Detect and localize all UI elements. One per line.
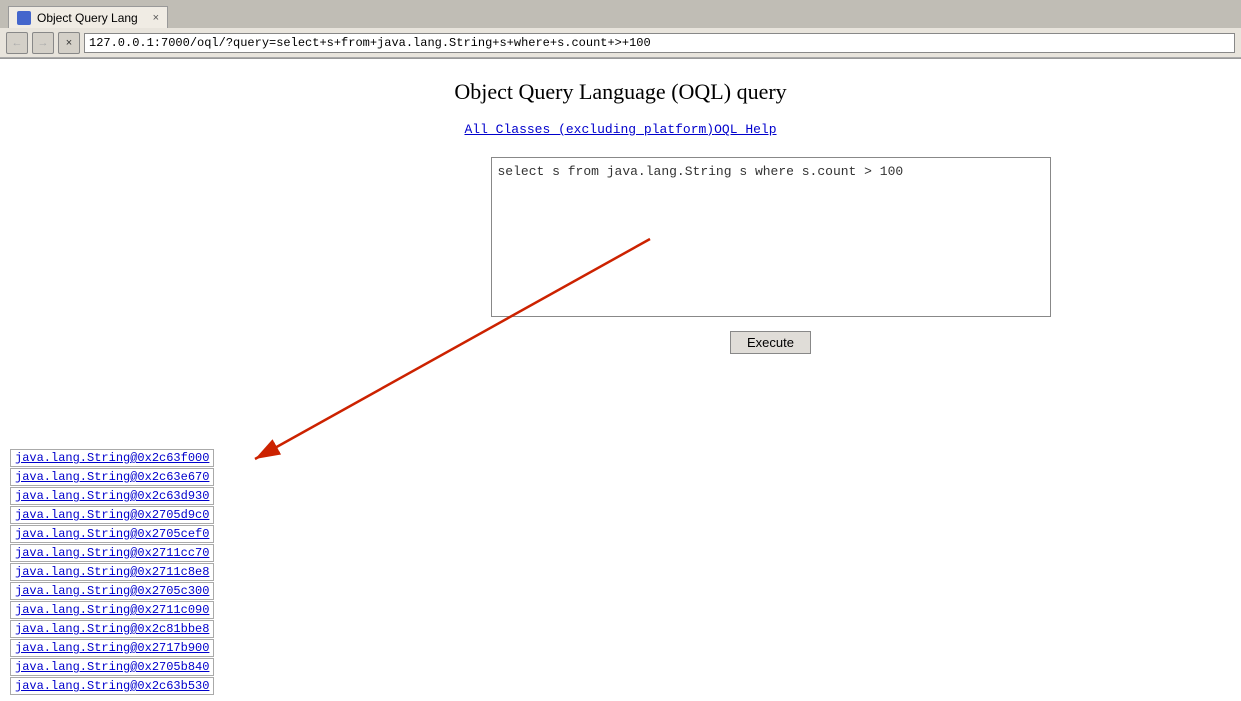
tab-bar: Object Query Lang × (0, 0, 1241, 28)
list-item: java.lang.String@0x2c63f000 (10, 449, 214, 467)
stop-button[interactable]: × (58, 32, 80, 54)
page-content: Object Query Language (OQL) query All Cl… (0, 59, 1241, 701)
back-button[interactable]: ← (6, 32, 28, 54)
tab-close-button[interactable]: × (153, 12, 159, 24)
forward-button[interactable]: → (32, 32, 54, 54)
page-title: Object Query Language (OQL) query (20, 79, 1221, 105)
browser-chrome: Object Query Lang × ← → × (0, 0, 1241, 59)
list-item: java.lang.String@0x2705c300 (10, 582, 214, 600)
query-textarea[interactable] (491, 157, 1051, 317)
list-item: java.lang.String@0x2c63e670 (10, 468, 214, 486)
execute-button[interactable]: Execute (730, 331, 811, 354)
list-item: java.lang.String@0x2711c090 (10, 601, 214, 619)
list-item: java.lang.String@0x2711c8e8 (10, 563, 214, 581)
results-list: java.lang.String@0x2c63f000java.lang.Str… (10, 449, 214, 695)
result-link[interactable]: java.lang.String@0x2705b840 (10, 658, 214, 676)
result-link[interactable]: java.lang.String@0x2717b900 (10, 639, 214, 657)
address-bar[interactable] (84, 33, 1235, 53)
result-link[interactable]: java.lang.String@0x2c81bbe8 (10, 620, 214, 638)
nav-bar: ← → × (0, 28, 1241, 58)
list-item: java.lang.String@0x2717b900 (10, 639, 214, 657)
links-row: All Classes (excluding platform)OQL Help (20, 121, 1221, 137)
result-link[interactable]: java.lang.String@0x2705cef0 (10, 525, 214, 543)
list-item: java.lang.String@0x2c81bbe8 (10, 620, 214, 638)
list-item: java.lang.String@0x2c63d930 (10, 487, 214, 505)
result-link[interactable]: java.lang.String@0x2705d9c0 (10, 506, 214, 524)
result-link[interactable]: java.lang.String@0x2c63b530 (10, 677, 214, 695)
list-item: java.lang.String@0x2c63b530 (10, 677, 214, 695)
result-link[interactable]: java.lang.String@0x2c63f000 (10, 449, 214, 467)
browser-tab[interactable]: Object Query Lang × (8, 6, 168, 28)
query-section: Execute (320, 157, 1221, 354)
result-link[interactable]: java.lang.String@0x2711c090 (10, 601, 214, 619)
tab-label: Object Query Lang (37, 11, 138, 25)
result-link[interactable]: java.lang.String@0x2711cc70 (10, 544, 214, 562)
all-classes-link[interactable]: All Classes (excluding platform) (464, 122, 714, 137)
result-link[interactable]: java.lang.String@0x2c63e670 (10, 468, 214, 486)
result-link[interactable]: java.lang.String@0x2711c8e8 (10, 563, 214, 581)
list-item: java.lang.String@0x2705b840 (10, 658, 214, 676)
result-link[interactable]: java.lang.String@0x2705c300 (10, 582, 214, 600)
result-link[interactable]: java.lang.String@0x2c63d930 (10, 487, 214, 505)
list-item: java.lang.String@0x2705d9c0 (10, 506, 214, 524)
oql-help-link[interactable]: OQL Help (714, 122, 776, 137)
tab-icon (17, 11, 31, 25)
list-item: java.lang.String@0x2705cef0 (10, 525, 214, 543)
list-item: java.lang.String@0x2711cc70 (10, 544, 214, 562)
